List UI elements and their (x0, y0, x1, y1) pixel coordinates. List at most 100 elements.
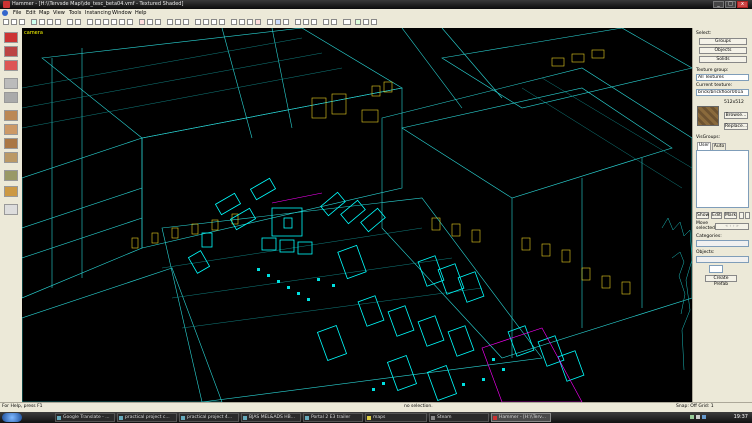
menu-help[interactable]: Help (135, 10, 146, 16)
menu-file[interactable]: File (13, 10, 21, 16)
unhide-icon[interactable] (127, 19, 133, 25)
cm-toggle-icon[interactable] (343, 19, 351, 25)
run-map-icon[interactable] (31, 19, 37, 25)
paste-icon[interactable] (55, 19, 61, 25)
tray-app-icon[interactable] (702, 415, 706, 419)
hide-icon[interactable] (119, 19, 125, 25)
menu-edit[interactable]: Edit (26, 10, 36, 16)
selection-tool-icon[interactable] (4, 32, 18, 43)
show-button[interactable]: Show (696, 212, 709, 219)
logical-view-icon[interactable] (311, 19, 317, 25)
copy-icon[interactable] (47, 19, 53, 25)
2d-view-icon[interactable] (295, 19, 301, 25)
volume-icon[interactable] (696, 415, 700, 419)
3d-view-icon[interactable] (303, 19, 309, 25)
network-icon[interactable] (690, 415, 694, 419)
grid-icon[interactable] (139, 19, 145, 25)
current-texture-select[interactable]: brick/brickfloor001a (696, 89, 749, 96)
move-selected-controls[interactable]: « ‹ › » (715, 223, 749, 230)
minimize-button[interactable]: _ (713, 1, 724, 8)
move-up-icon[interactable] (739, 212, 744, 219)
find-icon[interactable] (87, 19, 93, 25)
save-file-icon[interactable] (19, 19, 25, 25)
mark-button[interactable]: Mark (724, 212, 737, 219)
decal-tool-icon[interactable] (4, 138, 18, 149)
block-tool-icon[interactable] (4, 92, 18, 103)
camera-tool-icon[interactable] (4, 60, 18, 71)
vertex-tool-icon[interactable] (4, 186, 18, 197)
flat-view-icon[interactable] (239, 19, 245, 25)
open-file-icon[interactable] (11, 19, 17, 25)
texture-application-icon[interactable] (4, 110, 18, 121)
solids-button[interactable]: Solids (699, 56, 747, 63)
menu-view[interactable]: View (53, 10, 65, 16)
undo-icon[interactable] (67, 19, 73, 25)
tab-auto[interactable]: Auto (712, 143, 726, 150)
entity-report-icon[interactable] (363, 19, 369, 25)
snap-icon[interactable] (175, 19, 181, 25)
menu-window[interactable]: Window (112, 10, 132, 16)
wireframe-view-icon[interactable] (231, 19, 237, 25)
clipping-tool-icon[interactable] (4, 170, 18, 181)
document-icon[interactable] (2, 10, 8, 16)
texture-lock-icon[interactable] (183, 19, 189, 25)
maximize-button[interactable]: □ (725, 1, 736, 8)
task-practical-project-c[interactable]: practical project c... (117, 413, 177, 422)
hollow-icon[interactable] (203, 19, 209, 25)
move-to-world-icon[interactable] (219, 19, 225, 25)
objects-stepper[interactable] (709, 265, 723, 273)
tab-user[interactable]: User (697, 142, 711, 150)
task-maps[interactable]: maps (365, 413, 427, 422)
edit-button[interactable]: Edit (711, 212, 722, 219)
replace-icon[interactable] (95, 19, 101, 25)
objects-select[interactable] (696, 256, 749, 263)
objects-button[interactable]: Objects (699, 47, 747, 54)
cut-icon[interactable] (39, 19, 45, 25)
group-icon[interactable] (103, 19, 109, 25)
overlay-tool-icon[interactable] (4, 152, 18, 163)
ungroup-icon[interactable] (111, 19, 117, 25)
clock[interactable]: 19:37 (734, 414, 748, 420)
start-button[interactable] (2, 413, 22, 422)
carve-icon[interactable] (195, 19, 201, 25)
lighting-preview-icon[interactable] (255, 19, 261, 25)
compile-icon[interactable] (355, 19, 361, 25)
task-steam[interactable]: Steam (429, 413, 489, 422)
task-portal-2-trailer[interactable]: Portal 2 E3 trailer (303, 413, 363, 422)
tie-to-entity-icon[interactable] (211, 19, 217, 25)
task-hammer[interactable]: Hammer - [H:\\Terv... (491, 413, 551, 422)
groups-button[interactable]: Groups (699, 38, 747, 45)
task-practical-project-4[interactable]: practical project 4... (179, 413, 239, 422)
larger-grid-icon[interactable] (155, 19, 161, 25)
display-helpers-icon[interactable] (267, 19, 273, 25)
smaller-grid-icon[interactable] (147, 19, 153, 25)
menu-tools[interactable]: Tools (69, 10, 81, 16)
check-problems-icon[interactable] (371, 19, 377, 25)
create-prefab-button[interactable]: Create Prefab (705, 275, 737, 287)
toggle-3d-grid-icon[interactable] (167, 19, 173, 25)
sphere-icon[interactable] (331, 19, 337, 25)
magnify-tool-icon[interactable] (4, 46, 18, 57)
move-down-icon[interactable] (745, 212, 750, 219)
redo-icon[interactable] (75, 19, 81, 25)
menu-instancing[interactable]: Instancing (85, 10, 111, 16)
categories-select[interactable] (696, 240, 749, 247)
visgroup-list[interactable] (696, 150, 749, 208)
replace-button[interactable]: Replace... (724, 123, 748, 130)
camera-3d-viewport[interactable]: camera (22, 28, 692, 402)
visgroup-icon[interactable] (283, 19, 289, 25)
texture-group-select[interactable]: All Textures (696, 74, 749, 81)
new-file-icon[interactable] (3, 19, 9, 25)
path-tool-icon[interactable] (4, 204, 18, 215)
cordon-icon[interactable] (275, 19, 281, 25)
menu-map[interactable]: Map (39, 10, 50, 16)
entity-tool-icon[interactable] (4, 78, 18, 89)
task-google-translate[interactable]: Google Translate - ... (55, 413, 115, 422)
apply-current-texture-icon[interactable] (4, 124, 18, 135)
browse-button[interactable]: Browse... (724, 112, 748, 119)
textured-view-icon[interactable] (247, 19, 253, 25)
cube-icon[interactable] (323, 19, 329, 25)
task-bjas[interactable]: BJAS MEL&ADS HB... (241, 413, 301, 422)
status-snap: Snap: Off Grid: 1 (676, 404, 714, 409)
close-button[interactable]: x (737, 1, 748, 8)
